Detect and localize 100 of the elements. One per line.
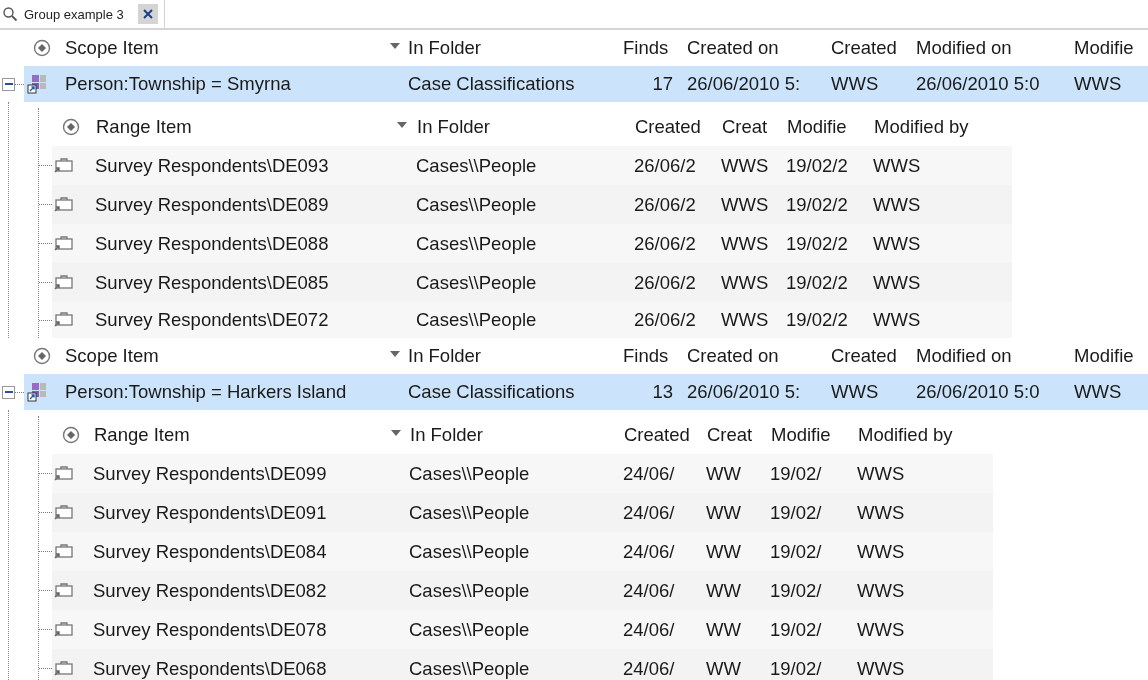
table-cell-text: Cases\\People	[416, 192, 538, 217]
table-cell-text: 26/06/2	[634, 153, 697, 178]
table-row[interactable]: Survey Respondents\DE084 Cases\\People 24/06/ WW 19/02/ WWS	[52, 532, 993, 571]
column-header[interactable]: In Folder	[408, 30, 623, 66]
table-cell-text: 24/06/	[623, 500, 676, 525]
table-row[interactable]: Survey Respondents\DE082 Cases\\People 24/06/ WW 19/02/ WWS	[52, 571, 993, 610]
column-header[interactable]: Finds	[623, 338, 687, 374]
table-cell-text: Case Classifications	[408, 72, 576, 96]
column-header[interactable]: Modified by	[858, 416, 994, 454]
column-header[interactable]: Created	[831, 338, 916, 374]
table-cell-text: 24/06/	[623, 461, 676, 486]
table-row[interactable]: Survey Respondents\DE093 Cases\\People 26/06/2 WWS 19/02/2 WWS	[52, 146, 1012, 185]
table-cell-text: 19/02/2	[786, 270, 849, 295]
grid-squares-icon	[27, 382, 47, 402]
column-header[interactable]: Scope Item	[65, 338, 390, 374]
add-column-icon	[33, 347, 51, 365]
table-cell-text: 19/02/	[770, 500, 823, 525]
table-cell-text: WW	[706, 578, 742, 603]
column-header[interactable]: Modifie	[771, 416, 858, 454]
column-header[interactable]: Creat	[722, 108, 787, 146]
table-cell-text: 26/06/2	[634, 231, 697, 256]
table-cell-text: Cases\\People	[409, 500, 531, 525]
column-header[interactable]: Modifie	[787, 108, 874, 146]
column-header[interactable]: In Folder	[417, 108, 635, 146]
table-row[interactable]: Survey Respondents\DE072 Cases\\People 26/06/2 WWS 19/02/2 WWS	[52, 302, 1012, 338]
table-cell-text: Cases\\People	[409, 461, 531, 486]
column-header[interactable]: Creat	[707, 416, 771, 454]
caret-icon	[390, 351, 400, 357]
collapse-toggle[interactable]	[2, 385, 15, 399]
table-cell-text: Cases\\People	[409, 539, 531, 564]
column-header[interactable]: Modifie	[1074, 338, 1148, 374]
table-cell-text: Survey Respondents\DE082	[93, 578, 328, 603]
table-cell-text: 26/06/2010 5:0	[916, 380, 1041, 404]
table-cell-text: Cases\\People	[409, 578, 531, 603]
table-cell-text: Cases\\People	[416, 270, 538, 295]
column-header[interactable]: Modified by	[874, 108, 1013, 146]
table-cell-text: 26/06/2010 5:	[687, 72, 802, 96]
table-cell-text: Case Classifications	[408, 380, 576, 404]
table-cell-text: 19/02/	[770, 578, 823, 603]
column-header[interactable]: In Folder	[408, 338, 623, 374]
table-cell-text: WWS	[721, 308, 770, 332]
column-header[interactable]: Modified on	[916, 30, 1074, 66]
table-row[interactable]: Survey Respondents\DE078 Cases\\People 24/06/ WW 19/02/ WWS	[52, 610, 993, 649]
column-header[interactable]: Finds	[623, 30, 687, 66]
column-header[interactable]: Created on	[687, 338, 831, 374]
minus-icon	[4, 388, 13, 396]
table-cell-text: WWS	[873, 270, 922, 295]
tab-title: Group example 3	[24, 6, 124, 22]
table-cell-text: Survey Respondents\DE093	[95, 153, 330, 178]
column-header[interactable]: In Folder	[410, 416, 624, 454]
column-header[interactable]: Scope Item	[65, 30, 390, 66]
table-row[interactable]: Survey Respondents\DE091 Cases\\People 24/06/ WW 19/02/ WWS	[52, 493, 993, 532]
column-header[interactable]: Created	[624, 416, 707, 454]
table-cell-text: WWS	[831, 72, 880, 96]
table-row[interactable]: Survey Respondents\DE088 Cases\\People 26/06/2 WWS 19/02/2 WWS	[52, 224, 1012, 263]
column-header[interactable]: Created on	[687, 30, 831, 66]
table-cell-text: WW	[706, 500, 742, 525]
table-cell-text: WWS	[857, 539, 906, 564]
table-cell-text: WWS	[873, 153, 922, 178]
table-cell-text: 26/06/2	[634, 192, 697, 217]
table-row[interactable]: Survey Respondents\DE089 Cases\\People 26/06/2 WWS 19/02/2 WWS	[52, 185, 1012, 224]
column-header[interactable]: Range Item	[94, 416, 391, 454]
table-cell-text: 24/06/	[623, 656, 676, 680]
table-cell-text: Person:Township = Harkers Island	[65, 380, 348, 404]
column-header[interactable]: Modified on	[916, 338, 1074, 374]
table-cell-text: 19/02/	[770, 617, 823, 642]
table-cell-text: Person:Township = Smyrna	[65, 72, 292, 96]
table-cell-text: WWS	[857, 461, 906, 486]
table-cell-text: 26/06/2010 5:	[687, 380, 802, 404]
add-column-icon	[62, 426, 80, 444]
group-row[interactable]: Person:Township = Smyrna Case Classifications 17 26/06/2010 5: WWS 26/06/2010 5:0 WWS	[24, 66, 1148, 102]
table-cell-text: 13	[651, 380, 674, 404]
document-tab[interactable]: Group example 3	[0, 0, 165, 28]
table-cell-text: Cases\\People	[416, 308, 538, 332]
close-button[interactable]	[137, 4, 158, 24]
table-cell-text: WWS	[873, 231, 922, 256]
table-cell-text: WWS	[873, 192, 922, 217]
table-cell-text: WWS	[1074, 72, 1123, 96]
column-header[interactable]: Modifie	[1074, 30, 1148, 66]
table-cell-text: 19/02/2	[786, 308, 849, 332]
table-cell-text: Survey Respondents\DE084	[93, 539, 328, 564]
table-cell-text: WWS	[831, 380, 880, 404]
table-cell-text: 24/06/	[623, 578, 676, 603]
column-header[interactable]: Created	[635, 108, 722, 146]
column-header[interactable]: Created	[831, 30, 916, 66]
table-row[interactable]: Survey Respondents\DE068 Cases\\People 24/06/ WW 19/02/ WWS	[52, 649, 993, 680]
table-cell-text: Cases\\People	[416, 153, 538, 178]
table-cell-text: 19/02/2	[786, 153, 849, 178]
table-row[interactable]: Survey Respondents\DE099 Cases\\People 24/06/ WW 19/02/ WWS	[52, 454, 993, 493]
column-header[interactable]: Range Item	[96, 108, 397, 146]
table-cell-text: Survey Respondents\DE068	[93, 656, 328, 680]
add-column-icon	[62, 118, 80, 136]
close-icon	[142, 9, 153, 19]
group-row[interactable]: Person:Township = Harkers Island Case Classifications 13 26/06/2010 5: WWS 26/06/2010 5:0 WWS	[24, 374, 1148, 410]
table-row[interactable]: Survey Respondents\DE085 Cases\\People 26/06/2 WWS 19/02/2 WWS	[52, 263, 1012, 302]
table-cell-text: Cases\\People	[416, 231, 538, 256]
caret-icon	[391, 430, 401, 436]
table-cell-text: 26/06/2010 5:0	[916, 72, 1041, 96]
table-cell-text: WW	[706, 539, 742, 564]
collapse-toggle[interactable]	[2, 77, 15, 91]
